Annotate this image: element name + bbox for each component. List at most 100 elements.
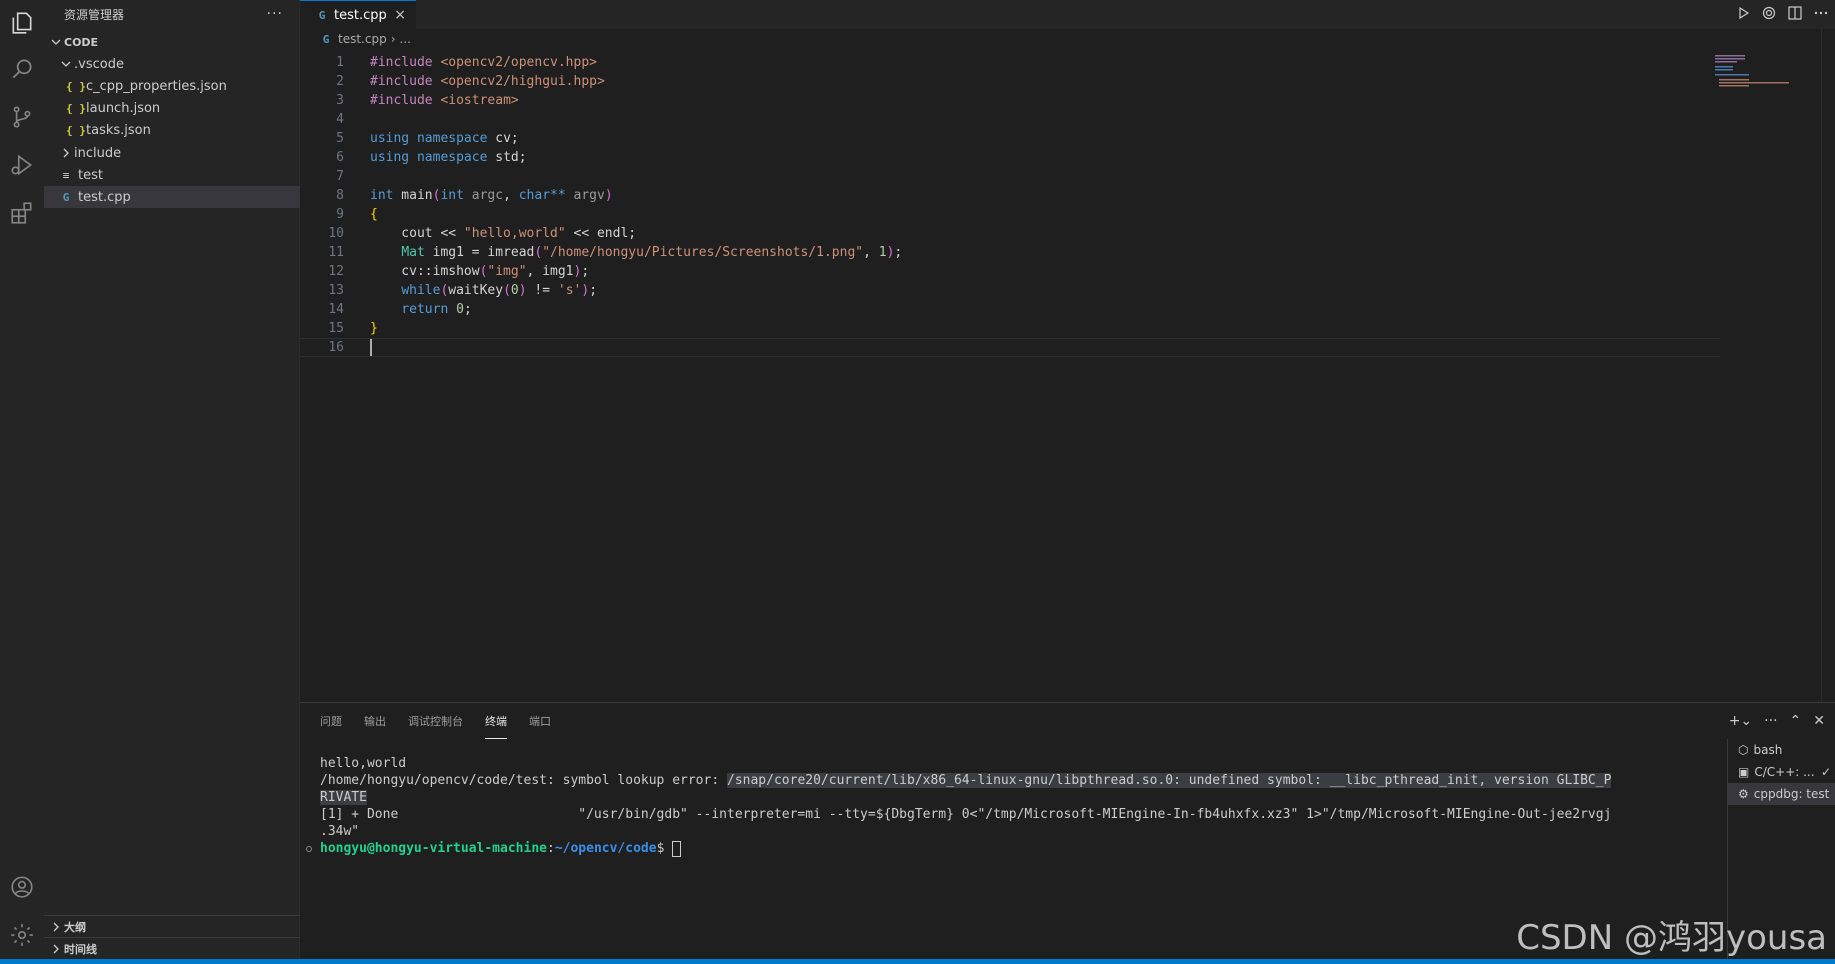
debug-gear-icon: ⚙ xyxy=(1738,787,1749,801)
json-file-icon: { } xyxy=(66,101,86,115)
cpp-file-icon: G xyxy=(62,190,70,204)
line-number: 3 xyxy=(336,93,344,108)
minimap[interactable] xyxy=(1715,53,1795,93)
close-icon[interactable]: × xyxy=(394,7,406,23)
terminal-line: hello,world xyxy=(320,756,407,771)
tree-item-label: include xyxy=(74,145,122,161)
more-actions-icon[interactable] xyxy=(1813,5,1829,25)
line-number: 1 xyxy=(336,55,344,70)
prompt-path: ~/opencv/code xyxy=(554,841,657,856)
breadcrumb-file[interactable]: test.cpp xyxy=(338,32,387,46)
sidebar-header: 资源管理器 ··· xyxy=(44,0,299,28)
terminal-output[interactable]: hello,world /home/hongyu/opencv/code/tes… xyxy=(320,755,1715,857)
editor-scrollbar[interactable] xyxy=(1821,29,1835,702)
editor-tab-bar: G test.cpp × xyxy=(300,0,1835,29)
tree-item-test[interactable]: ≡ test xyxy=(44,164,300,186)
editor-actions xyxy=(1735,0,1829,29)
run-debug-icon[interactable] xyxy=(1735,5,1751,25)
chevron-right-icon xyxy=(48,921,64,933)
line-number: 15 xyxy=(328,321,344,336)
tree-item-label: test xyxy=(78,167,103,183)
source-control-icon[interactable] xyxy=(0,94,44,140)
json-file-icon: { } xyxy=(66,123,86,137)
tree-item-c-cpp-properties[interactable]: { } c_cpp_properties.json xyxy=(44,75,300,97)
more-actions-icon[interactable]: ··· xyxy=(267,6,283,22)
gear-icon[interactable] xyxy=(1761,5,1777,25)
terminal-item-cpp[interactable]: ▣ C/C++: ... ✓ xyxy=(1728,761,1835,783)
more-actions-icon[interactable]: ··· xyxy=(1764,713,1777,729)
tree-item-label: tasks.json xyxy=(86,122,151,138)
tree-item-label: launch.json xyxy=(86,100,161,116)
tree-item-include[interactable]: include xyxy=(44,142,300,164)
tab-terminal[interactable]: 终端 xyxy=(485,703,507,739)
chevron-right-icon xyxy=(58,147,74,159)
explorer-icon[interactable] xyxy=(0,0,44,46)
line-number: 8 xyxy=(336,188,344,203)
extensions-icon[interactable] xyxy=(0,190,44,236)
prompt-end: $ xyxy=(656,841,673,856)
tree-item-vscode[interactable]: .vscode xyxy=(44,53,300,75)
cpp-file-icon: G xyxy=(322,32,330,46)
line-number: 12 xyxy=(328,264,344,279)
terminal-selection: /snap/core20/current/lib/x86_64-linux-gn… xyxy=(727,773,1612,788)
maximize-panel-icon[interactable]: ⌃ xyxy=(1790,713,1802,729)
split-editor-icon[interactable] xyxy=(1787,5,1803,25)
tab-output[interactable]: 输出 xyxy=(364,703,386,739)
tab-label: test.cpp xyxy=(334,7,387,23)
manage-gear-icon[interactable] xyxy=(0,912,44,958)
chevron-down-icon xyxy=(58,58,74,70)
line-number: 13 xyxy=(328,283,344,298)
cpp-file-icon: G xyxy=(318,8,326,22)
outline-label: 大纲 xyxy=(64,920,86,934)
terminal-item-label: cppdbg: test xyxy=(1753,787,1830,801)
terminal-shell-icon: ⬡ xyxy=(1738,743,1749,757)
outline-section[interactable]: 大纲 xyxy=(44,915,300,937)
tab-ports[interactable]: 端口 xyxy=(529,703,551,739)
tab-test-cpp[interactable]: G test.cpp × xyxy=(300,0,416,29)
tab-problems[interactable]: 问题 xyxy=(320,703,342,739)
status-bar xyxy=(0,959,1835,964)
timeline-section[interactable]: 时间线 xyxy=(44,937,300,959)
breadcrumb: G test.cpp › ... xyxy=(300,29,1835,49)
json-file-icon: { } xyxy=(66,79,86,93)
terminal-cursor xyxy=(672,840,682,857)
check-icon: ✓ xyxy=(1820,765,1831,779)
tree-item-launch-json[interactable]: { } launch.json xyxy=(44,97,300,119)
terminal-selection: RIVATE xyxy=(320,790,367,805)
line-number: 11 xyxy=(328,245,344,260)
editor-area: G test.cpp × G test.cpp › ... 1 #include … xyxy=(300,0,1835,702)
prompt-sep: : xyxy=(546,841,555,856)
terminal-prompt: hongyu@hongyu-virtual-machine:~/opencv/c… xyxy=(320,840,1715,857)
account-icon[interactable] xyxy=(0,864,44,910)
breadcrumb-rest[interactable]: ... xyxy=(400,32,411,46)
code-view[interactable]: 1 #include <opencv2/opencv.hpp> 2 #include… xyxy=(300,53,1720,357)
line-number: 10 xyxy=(328,226,344,241)
tree-root-code[interactable]: CODE xyxy=(44,31,300,53)
close-panel-icon[interactable]: ✕ xyxy=(1813,713,1825,729)
sidebar-title: 资源管理器 xyxy=(64,7,125,22)
chevron-down-icon xyxy=(48,36,64,48)
line-number: 7 xyxy=(336,169,344,184)
tab-debug-console[interactable]: 调试控制台 xyxy=(408,703,463,739)
tree-item-label: test.cpp xyxy=(78,189,131,205)
tree-item-test-cpp[interactable]: G test.cpp xyxy=(44,186,300,208)
tree-item-tasks-json[interactable]: { } tasks.json xyxy=(44,119,300,141)
terminal-task-icon: ▣ xyxy=(1738,765,1750,779)
panel-actions: +⌄ ··· ⌃ ✕ xyxy=(1729,703,1825,739)
new-terminal-icon[interactable]: +⌄ xyxy=(1729,713,1752,729)
run-debug-icon[interactable] xyxy=(0,142,44,188)
timeline-label: 时间线 xyxy=(64,942,97,956)
line-number: 14 xyxy=(328,302,344,317)
terminal-item-cppdbg[interactable]: ⚙ cppdbg: test xyxy=(1728,783,1835,805)
watermark: CSDN @鸿羽yousa xyxy=(1516,918,1827,958)
text-cursor xyxy=(370,339,372,356)
panel-tab-bar: 问题 输出 调试控制台 终端 端口 xyxy=(300,703,1835,739)
line-number: 6 xyxy=(336,150,344,165)
line-number: 2 xyxy=(336,74,344,89)
search-icon[interactable] xyxy=(0,46,44,92)
terminal-line: [1] + Done "/usr/bin/gdb" --interpreter=… xyxy=(320,807,1612,822)
chevron-right-icon xyxy=(48,943,64,955)
terminal-item-bash[interactable]: ⬡ bash xyxy=(1728,739,1835,761)
prompt-user: hongyu@hongyu-virtual-machine xyxy=(320,841,547,856)
terminal-item-label: bash xyxy=(1753,743,1783,757)
